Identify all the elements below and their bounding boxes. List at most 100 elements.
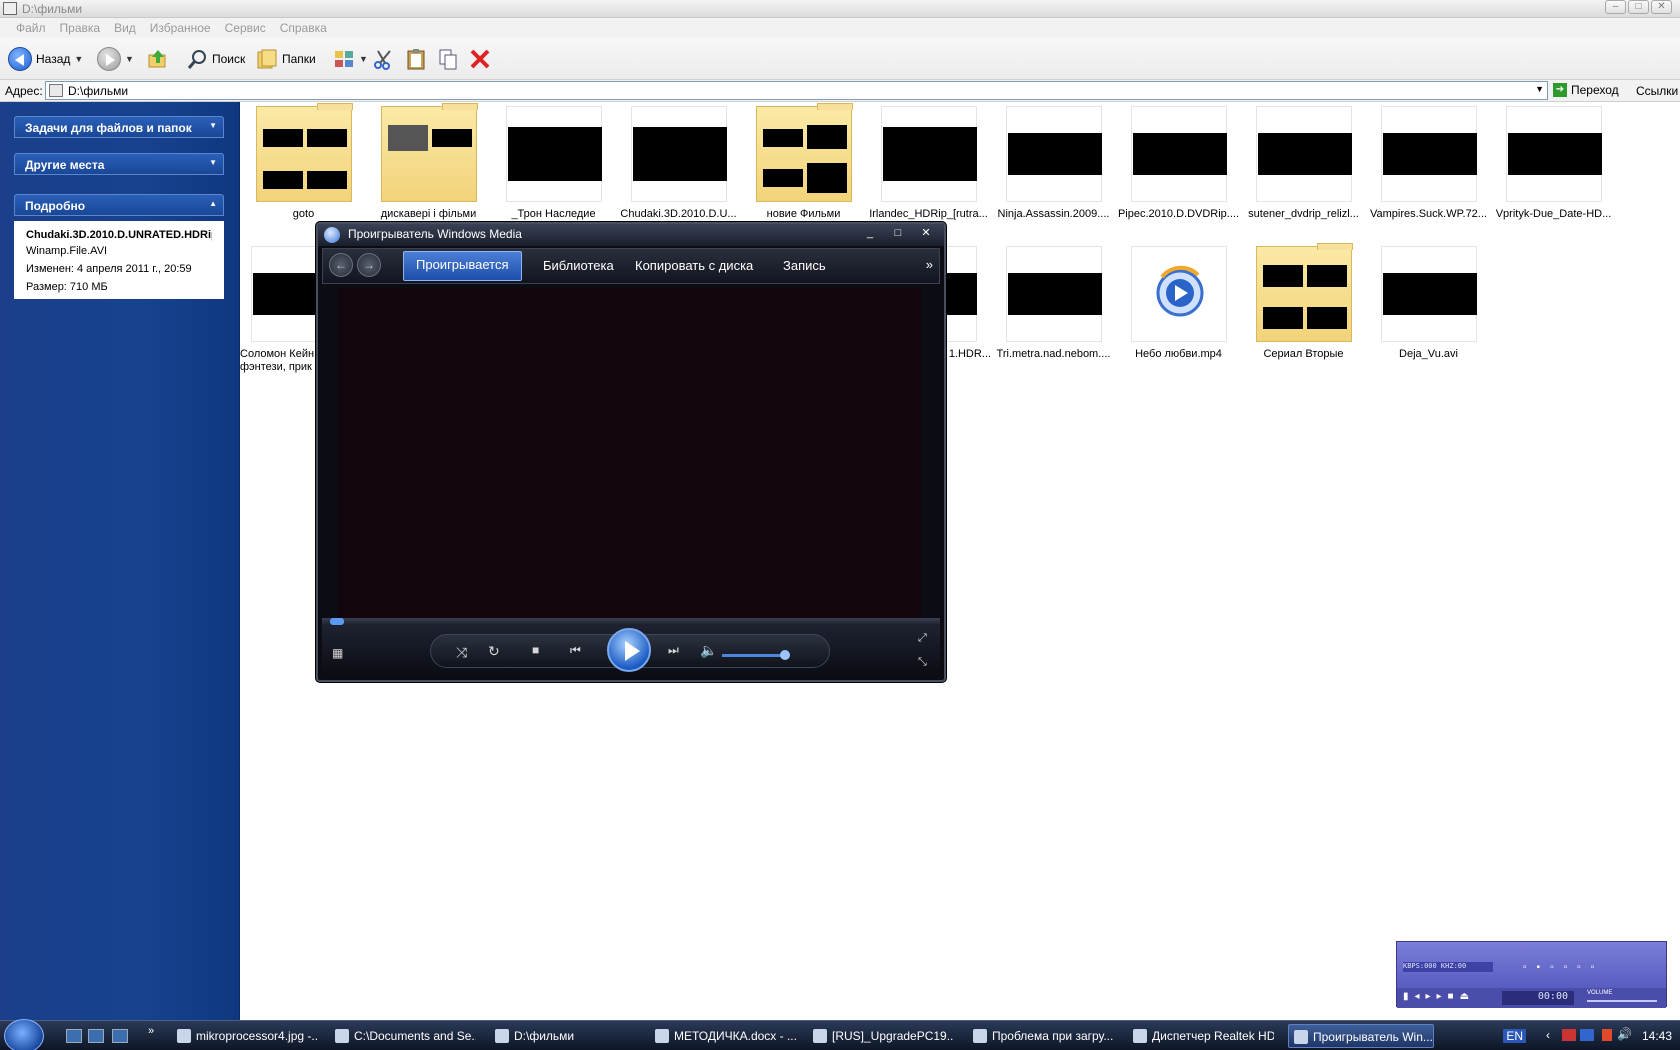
views-dropdown-icon[interactable]: ▼ (359, 54, 368, 64)
winamp-volume-slider[interactable] (1587, 1000, 1657, 1002)
explorer-title-bar[interactable]: D:\фильми – □ ✕ (0, 0, 1680, 18)
tab-rip[interactable]: Копировать с диска (623, 251, 765, 281)
menu-edit[interactable]: Правка (54, 18, 107, 38)
seek-handle[interactable] (330, 618, 344, 625)
links-button[interactable]: Ссылки (1636, 84, 1678, 98)
play-button[interactable] (607, 628, 651, 672)
nav-back-button[interactable]: ← (329, 253, 353, 277)
file-item[interactable]: Pipec.2010.D.DVDRip.... (1116, 106, 1241, 220)
explorer-quicklaunch-icon[interactable] (88, 1029, 104, 1043)
copy-button[interactable] (437, 45, 459, 73)
file-item[interactable]: Chudaki.3D.2010.D.U... (616, 106, 741, 220)
maximize-button[interactable]: □ (1628, 0, 1649, 14)
taskbar-button[interactable]: Проигрыватель Win... (1288, 1024, 1434, 1048)
quicklaunch-app-icon[interactable] (112, 1029, 128, 1043)
maximize-button[interactable]: □ (886, 226, 910, 242)
more-tabs-button[interactable]: » (926, 257, 933, 272)
file-folder-tasks-header[interactable]: Задачи для файлов и папок ▼ (14, 116, 224, 138)
back-dropdown-icon[interactable]: ▼ (74, 54, 83, 64)
language-indicator[interactable]: EN (1503, 1029, 1526, 1043)
switch-to-compact-icon[interactable]: ⤡ (918, 656, 927, 669)
volume-slider[interactable] (722, 650, 790, 660)
address-input[interactable]: D:\фильми ▼ (45, 81, 1548, 100)
menu-favorites[interactable]: Избранное (144, 18, 217, 38)
tray-expand-icon[interactable]: ‹ (1546, 1028, 1550, 1042)
tray-sound-manager-icon[interactable] (1602, 1029, 1612, 1041)
nav-forward-button[interactable]: → (357, 253, 381, 277)
quicklaunch-more-icon[interactable]: » (148, 1025, 154, 1037)
address-dropdown-icon[interactable]: ▼ (1535, 84, 1544, 94)
minimize-button[interactable]: _ (858, 226, 882, 242)
taskbar-button[interactable]: C:\Documents and Se... (330, 1024, 476, 1048)
file-item[interactable]: _Трон Наследие (491, 106, 616, 220)
up-folder-button[interactable] (147, 45, 169, 73)
winamp-transport-icons[interactable]: ▮◂▸▸■⏏ (1403, 991, 1475, 1002)
menu-help[interactable]: Справка (274, 18, 333, 38)
collapse-chevron-icon[interactable]: ▲ (209, 199, 217, 208)
repeat-icon[interactable]: ↻ (488, 643, 500, 660)
volume-handle[interactable] (780, 650, 790, 660)
stop-icon[interactable]: ■ (532, 643, 539, 657)
full-screen-icon[interactable]: ⤢ (918, 632, 927, 645)
folders-button[interactable]: Папки (256, 45, 316, 73)
file-item[interactable]: Vprityk-Due_Date-HD... (1491, 106, 1616, 220)
file-item[interactable]: Сериал Вторые (1241, 243, 1366, 360)
taskbar-button[interactable]: mikroprocessor4.jpg -... (172, 1024, 318, 1048)
media-player-window[interactable]: Проигрыватель Windows Media _ □ ✕ ← → Пр… (316, 222, 946, 682)
file-item[interactable]: Vampires.Suck.WP.72... (1366, 106, 1491, 220)
tab-burn[interactable]: Запись (771, 251, 838, 281)
file-item[interactable]: Небо любви.mp4 (1116, 246, 1241, 360)
previous-icon[interactable]: ⏮ (570, 643, 581, 658)
forward-dropdown-icon[interactable]: ▼ (125, 54, 134, 64)
shuffle-icon[interactable]: ⤨ (456, 644, 467, 661)
media-player-title-bar[interactable]: Проигрыватель Windows Media _ □ ✕ (318, 224, 944, 246)
search-button[interactable]: Поиск (186, 45, 245, 73)
winamp-toolbar-icons[interactable]: ▫▪▫▫▫▫ (1523, 962, 1604, 973)
seek-bar[interactable] (322, 618, 940, 626)
file-item[interactable]: Irlandec_HDRip_[rutra... (866, 106, 991, 220)
file-item[interactable]: sutener_dvdrip_relizl... (1241, 106, 1366, 220)
expand-chevron-icon[interactable]: ▼ (209, 121, 217, 130)
tray-app-icon[interactable] (1562, 1029, 1576, 1041)
file-name: Ninja.Assassin.2009.... (997, 208, 1110, 220)
close-button[interactable]: ✕ (1651, 0, 1672, 14)
volume-speaker-icon[interactable]: 🔈 (700, 642, 717, 659)
next-icon[interactable]: ⏭ (668, 643, 679, 658)
paste-button[interactable] (405, 45, 427, 73)
taskbar-button[interactable]: Диспетчер Realtek HD (1128, 1024, 1274, 1048)
clock[interactable]: 14:43 (1642, 1029, 1672, 1043)
tab-library[interactable]: Библиотека (531, 251, 626, 281)
file-item[interactable]: Deja_Vu.avi (1366, 246, 1491, 360)
menu-tools[interactable]: Сервис (219, 18, 272, 38)
minimize-button[interactable]: – (1605, 0, 1626, 14)
go-button[interactable]: ➔ Переход (1553, 83, 1619, 97)
video-area[interactable] (337, 288, 921, 618)
details-header[interactable]: Подробно ▲ (14, 194, 224, 216)
taskbar-button[interactable]: [RUS]_UpgradePC19.... (808, 1024, 954, 1048)
file-item[interactable]: Ninja.Assassin.2009.... (991, 106, 1116, 220)
show-desktop-icon[interactable] (66, 1029, 82, 1043)
file-item[interactable]: дискавері і фільми (366, 103, 491, 220)
start-button[interactable] (4, 1019, 44, 1050)
file-item[interactable]: Tri.metra.nad.nebom.... (991, 246, 1116, 360)
tray-volume-icon[interactable]: 🔊 (1617, 1027, 1632, 1041)
close-button[interactable]: ✕ (914, 226, 938, 242)
winamp-mini-player[interactable]: KBPS:000 KHZ:00 ▫▪▫▫▫▫ ▮◂▸▸■⏏ 00:00 VOLU… (1396, 941, 1667, 1008)
file-item[interactable]: новие Фильми (741, 103, 866, 220)
expand-chevron-icon[interactable]: ▼ (209, 158, 217, 167)
cut-button[interactable] (372, 45, 394, 73)
delete-button[interactable] (469, 45, 491, 73)
file-item[interactable]: goto (241, 103, 366, 220)
forward-button[interactable]: ▼ (97, 45, 134, 73)
taskbar-button[interactable]: МЕТОДИЧКА.docx - ... (650, 1024, 796, 1048)
tab-now-playing[interactable]: Проигрывается (403, 251, 522, 281)
menu-file[interactable]: Файл (10, 18, 52, 38)
tray-app-icon[interactable] (1580, 1029, 1594, 1041)
taskbar-button[interactable]: Проблема при загру... (968, 1024, 1114, 1048)
other-places-header[interactable]: Другие места ▼ (14, 153, 224, 175)
now-playing-thumbnail-icon[interactable]: ▦ (332, 646, 343, 660)
back-button[interactable]: Назад ▼ (8, 45, 83, 73)
taskbar-button[interactable]: D:\фильми (490, 1024, 636, 1048)
menu-view[interactable]: Вид (108, 18, 142, 38)
views-button[interactable]: ▼ (333, 45, 368, 73)
